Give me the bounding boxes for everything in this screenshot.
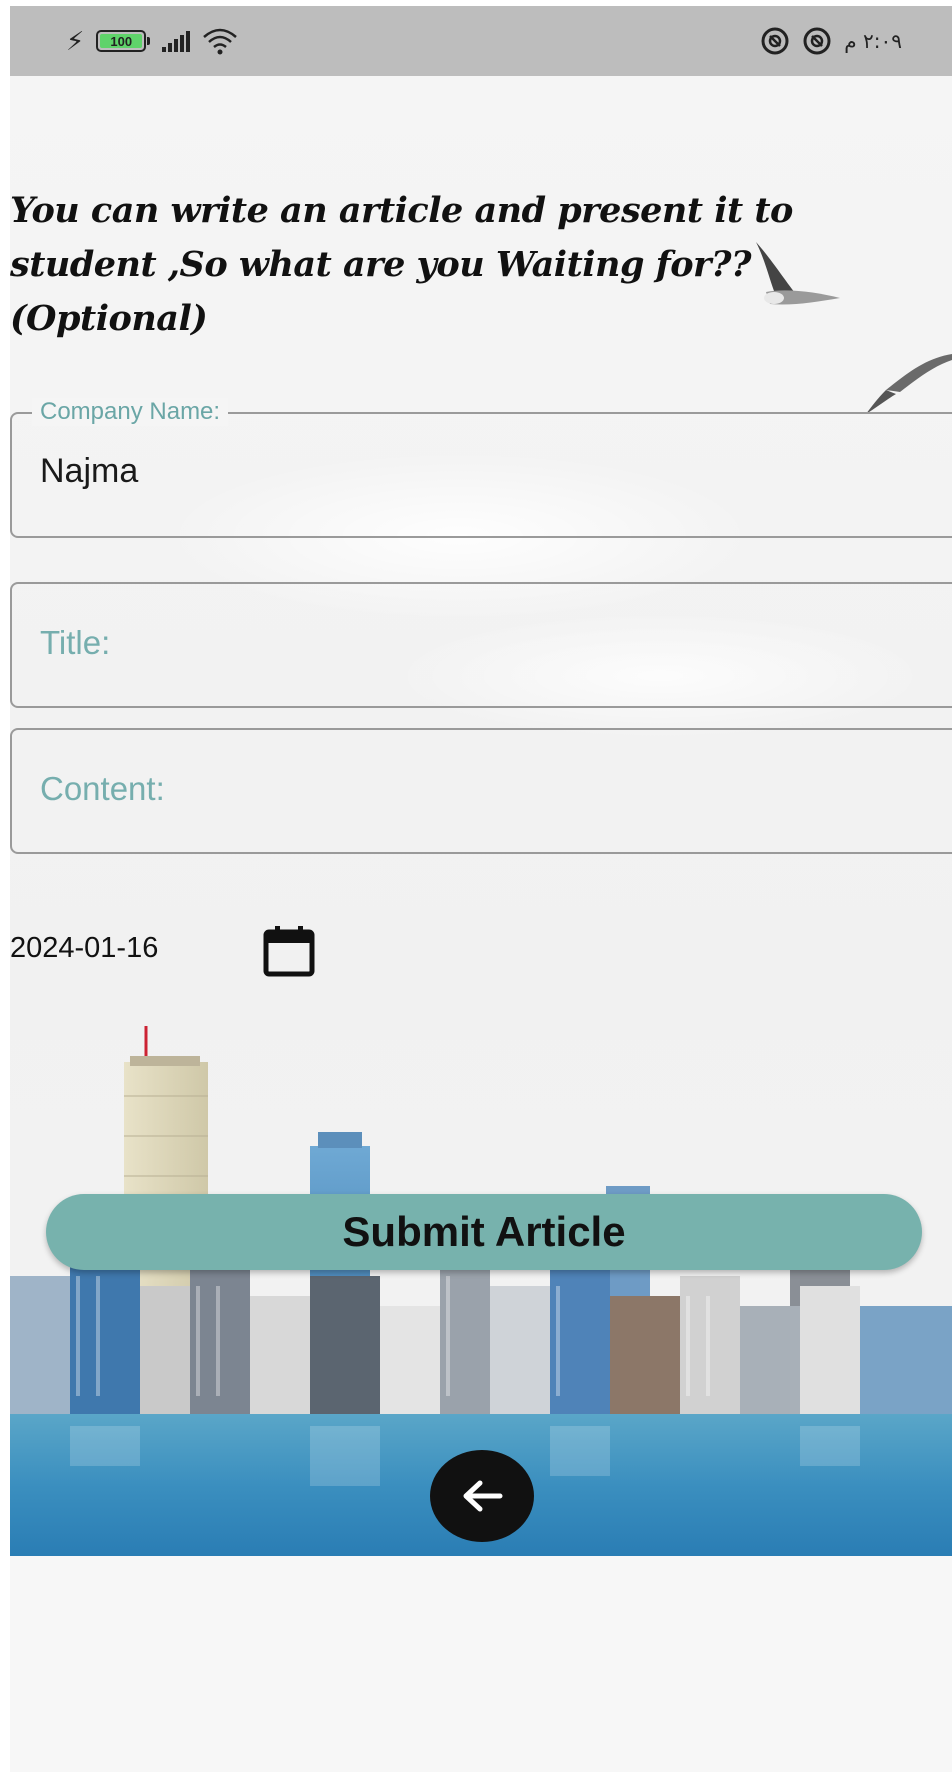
status-time: ٢:٠٩ م [844, 29, 902, 53]
page-heading: You can write an article and present it … [10, 190, 793, 339]
status-bar-left: ⚡ 100 [66, 27, 238, 55]
selected-date: 2024-01-16 [10, 932, 159, 964]
status-bar: ⚡ 100 ٢:٠٩ م [10, 6, 952, 76]
battery-level: 100 [100, 34, 143, 49]
seagull-image [866, 354, 952, 414]
company-name-field[interactable]: Company Name: Najma [10, 398, 952, 538]
content-field[interactable]: Content: [10, 728, 952, 854]
content-placeholder: Content: [40, 770, 165, 807]
title-field[interactable]: Title: [10, 582, 952, 708]
screen: ⚡ 100 ٢:٠٩ م You can write an article an… [10, 6, 952, 1772]
signal-icon [162, 30, 191, 52]
calendar-icon[interactable] [262, 924, 316, 978]
battery-icon: 100 [96, 30, 151, 52]
sync-icon [760, 26, 790, 56]
submit-article-button[interactable]: Submit Article [46, 1194, 922, 1270]
charging-icon: ⚡ [66, 26, 85, 56]
back-button[interactable] [430, 1450, 534, 1542]
company-name-value[interactable]: Najma [40, 452, 138, 491]
arrow-left-icon [463, 1480, 503, 1512]
status-bar-right: ٢:٠٩ م [760, 26, 902, 56]
company-name-label: Company Name: [32, 398, 229, 426]
sync-icon [802, 26, 832, 56]
title-placeholder: Title: [40, 624, 111, 661]
wifi-icon [202, 27, 238, 55]
